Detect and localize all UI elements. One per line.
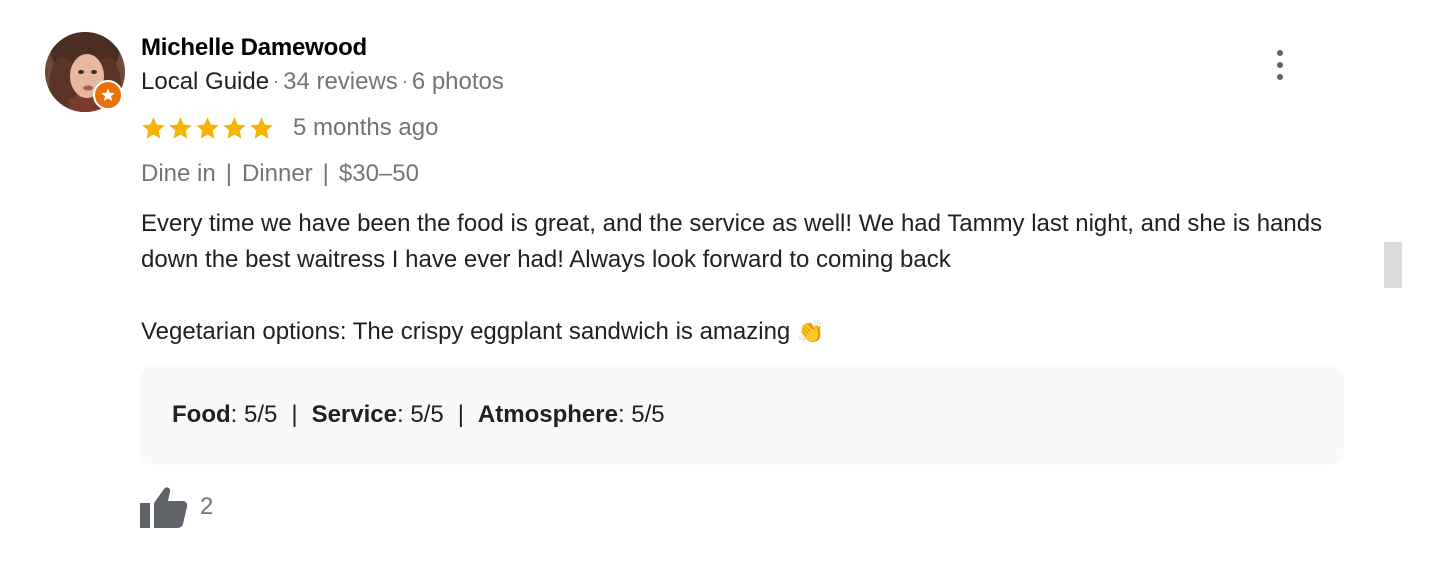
review-paragraph: Vegetarian options: The crispy eggplant … [141, 314, 1361, 351]
review-text: Every time we have been the food is grea… [141, 206, 1361, 351]
subrating-separator: | [291, 401, 298, 428]
like-count: 2 [200, 493, 214, 520]
visit-separator: | [322, 160, 329, 187]
subrating-separator: | [457, 401, 464, 428]
star-icon [196, 116, 219, 139]
star-icon [142, 116, 165, 139]
atmosphere-label: Atmosphere [477, 401, 618, 428]
reviewer-avatar[interactable] [45, 32, 125, 112]
subratings-panel: Food: 5/5 | Service: 5/5 | Atmosphere: 5… [140, 365, 1344, 465]
photo-count: 6 photos [411, 68, 504, 95]
star-icon [250, 116, 273, 139]
rating-row: 5 months ago [140, 112, 438, 144]
review-date: 5 months ago [293, 114, 439, 141]
visit-service: Dine in [141, 160, 216, 187]
meta-separator: · [273, 71, 280, 91]
scrollbar-thumb[interactable] [1384, 242, 1402, 288]
star-icon [223, 116, 246, 139]
like-row: 2 [140, 486, 213, 528]
reviewer-meta: Local Guide · 34 reviews · 6 photos [141, 68, 504, 96]
service-label: Service [311, 401, 397, 428]
more-options-icon[interactable] [1266, 48, 1294, 82]
local-guide-label: Local Guide [141, 68, 270, 95]
visit-price: $30–50 [338, 160, 419, 187]
reviewer-name[interactable]: Michelle Damewood [141, 34, 367, 62]
food-value: : 5/5 [230, 401, 278, 428]
visit-info: Dine in | Dinner | $30–50 [141, 160, 419, 188]
food-label: Food [172, 401, 231, 428]
clapping-hands-icon: 👏 [796, 320, 825, 345]
review-paragraph: Every time we have been the food is grea… [141, 210, 1323, 273]
visit-meal: Dinner [241, 160, 313, 187]
thumbs-up-icon[interactable] [140, 486, 188, 528]
star-rating [140, 115, 275, 142]
local-guide-star-icon [93, 80, 123, 110]
visit-separator: | [225, 160, 232, 187]
atmosphere-value: : 5/5 [617, 401, 665, 428]
review-count: 34 reviews [283, 68, 398, 95]
meta-separator: · [401, 71, 408, 91]
review-paragraph-text: Vegetarian options: The crispy eggplant … [141, 318, 791, 345]
star-icon [169, 116, 192, 139]
service-value: : 5/5 [396, 401, 444, 428]
